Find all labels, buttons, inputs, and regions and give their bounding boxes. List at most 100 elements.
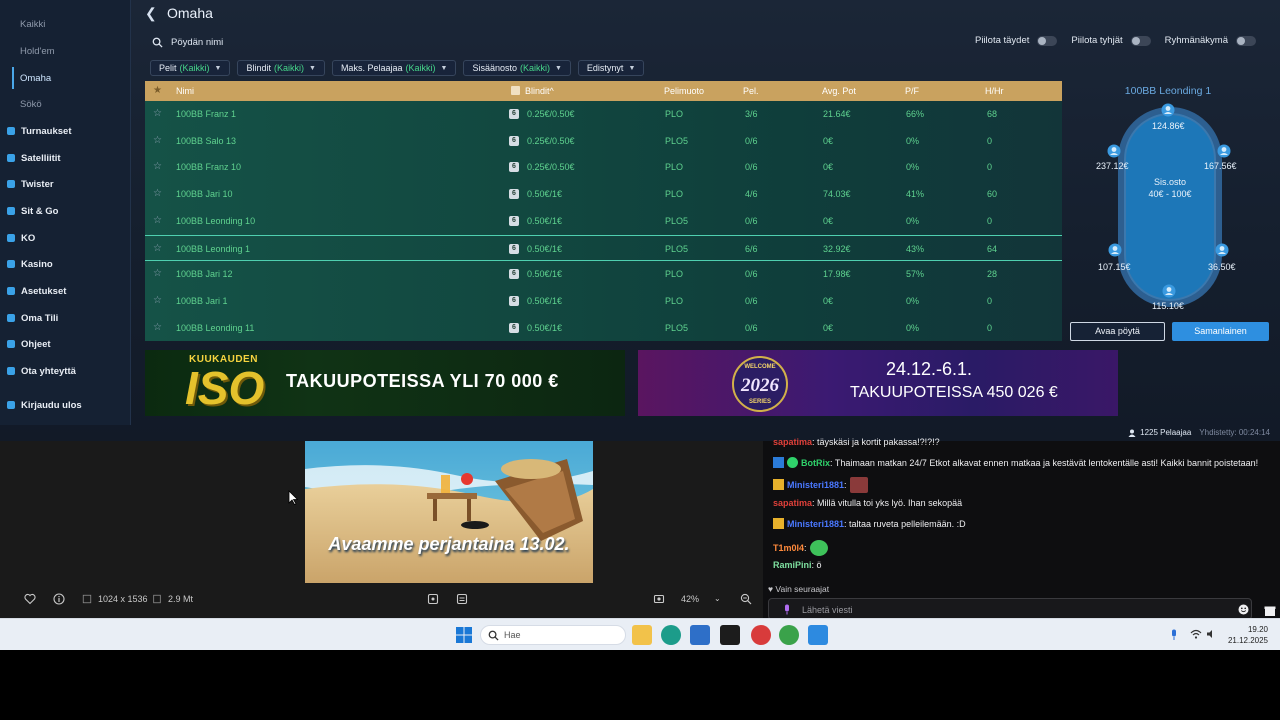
microphone-icon[interactable]: [1170, 629, 1178, 641]
favorite-star-icon[interactable]: ☆: [153, 101, 162, 127]
zoom-level[interactable]: 42%: [681, 594, 699, 604]
chat-input[interactable]: Lähetä viesti: [768, 598, 1252, 620]
filter-max-players[interactable]: Maks. Pelaajaa (Kaikki) ▼: [331, 60, 457, 76]
toggle-hide-full[interactable]: [1037, 35, 1058, 46]
favorite-star-icon[interactable]: ☆: [153, 154, 162, 180]
sidebar-item-holdem[interactable]: Hold'em: [0, 41, 131, 61]
sidebar-item-asetukset[interactable]: Asetukset: [0, 281, 131, 301]
sidebar-item-twister[interactable]: Twister: [0, 174, 131, 194]
table-row[interactable]: ☆ 6 100BB Jari 12 0.50€/1€ PLO 0/6 17.98€ 57% 28: [145, 261, 1062, 287]
cell-blinds: 0.50€/1€: [527, 243, 563, 254]
table-row[interactable]: ☆ 6 100BB Leonding 10 0.50€/1€ PLO5 0/6 0€ 0% 0: [145, 208, 1062, 234]
beach-image: Avaamme perjantaina 13.02.: [305, 441, 593, 583]
chrome-icon[interactable]: [779, 625, 799, 645]
taskbar-search[interactable]: Hae: [480, 625, 626, 645]
sidebar-item-kirjaudu-ulos[interactable]: Kirjaudu ulos: [0, 395, 131, 415]
star-icon[interactable]: ★: [153, 81, 162, 101]
seat-avatar-icon: [1107, 144, 1121, 158]
sidebar-item-ota-yhteytta[interactable]: Ota yhteyttä: [0, 361, 131, 381]
table-search[interactable]: Pöydän nimi: [152, 35, 223, 49]
sidebar-item-ko[interactable]: KO: [0, 228, 131, 248]
emoji-icon[interactable]: [1238, 604, 1249, 615]
table-row[interactable]: ☆ 6 100BB Franz 10 0.25€/0.50€ PLO 0/6 0€ 0% 0: [145, 154, 1062, 180]
sidebar-item-sit-and-go[interactable]: Sit & Go: [0, 201, 131, 221]
table-row[interactable]: ☆ 6 100BB Leonding 11 0.50€/1€ PLO5 0/6 0€ 0% 0: [145, 315, 1062, 341]
zoom-out-icon[interactable]: [740, 593, 752, 605]
favorite-star-icon[interactable]: ☆: [153, 236, 162, 262]
sidebar-item-turnaukset[interactable]: Turnaukset: [0, 121, 131, 141]
favorite-star-icon[interactable]: ☆: [153, 128, 162, 154]
open-table-button[interactable]: Avaa pöytä: [1070, 322, 1165, 341]
chevron-left-icon[interactable]: ❮: [145, 6, 157, 20]
favorite-star-icon[interactable]: ☆: [153, 261, 162, 287]
page-header: ❮ Omaha: [145, 4, 213, 22]
heart-icon[interactable]: [24, 593, 36, 605]
cell-name: 100BB Leonding 1: [176, 243, 251, 254]
cell-pf: 57%: [906, 269, 925, 280]
seat-stack-4: 115.10€: [1152, 301, 1184, 311]
promo-banner-2026[interactable]: WELCOME 2026 SERIES 24.12.-6.1. TAKUUPOT…: [638, 350, 1118, 416]
poker-table-graphic: [1118, 107, 1222, 307]
cell-hhr: 0: [987, 215, 993, 226]
app-icon[interactable]: [808, 625, 828, 645]
toggle-hide-empty[interactable]: [1130, 35, 1151, 46]
edge-browser-icon[interactable]: [661, 625, 681, 645]
wifi-icon[interactable]: [1190, 629, 1202, 639]
app-icon[interactable]: [720, 625, 740, 645]
col-name[interactable]: Nimi: [176, 81, 194, 101]
sidebar-item-omaha[interactable]: Omaha: [0, 68, 131, 88]
search-input[interactable]: Pöydän nimi: [171, 37, 223, 48]
col-mode[interactable]: Pelimuoto: [664, 81, 704, 101]
chevron-down-icon[interactable]: ⌄: [714, 594, 721, 603]
sidebar-item-oma-tili[interactable]: Oma Tili: [0, 308, 131, 328]
table-row[interactable]: ☆ 6 100BB Jari 10 0.50€/1€ PLO 4/6 74.03€ 41% 60: [145, 181, 1062, 207]
filter-advanced[interactable]: Edistynyt ▼: [577, 60, 645, 76]
favorite-star-icon[interactable]: ☆: [153, 181, 162, 207]
volume-icon[interactable]: [1206, 629, 1216, 639]
info-icon[interactable]: [53, 593, 65, 605]
col-players[interactable]: Pel.: [743, 81, 759, 101]
sidebar-item-satelliitit[interactable]: Satelliitit: [0, 148, 131, 168]
app-icon[interactable]: [751, 625, 771, 645]
store-icon[interactable]: [690, 625, 710, 645]
similar-table-button[interactable]: Samanlainen: [1172, 322, 1269, 341]
sidebar-item-kaikki[interactable]: Kaikki: [0, 14, 131, 34]
col-blinds[interactable]: Blindit^: [525, 81, 554, 101]
crown-badge-icon: [773, 518, 784, 529]
microphone-icon[interactable]: [783, 604, 791, 615]
col-pf[interactable]: P/F: [905, 81, 919, 101]
promo-banner-iso[interactable]: KUUKAUDEN ISO TAKUUPOTEISSA YLI 70 000 €: [145, 350, 625, 416]
gift-icon[interactable]: [1264, 604, 1276, 617]
table-row[interactable]: ☆ 6 100BB Leonding 1 0.50€/1€ PLO5 6/6 32.92€ 4…: [145, 234, 1062, 262]
windows-start-icon[interactable]: [454, 625, 474, 645]
toggle-group-view[interactable]: [1236, 35, 1256, 46]
sidebar-item-ohjeet[interactable]: Ohjeet: [0, 334, 131, 354]
clock[interactable]: 19.20 21.12.2025: [1228, 624, 1268, 646]
cell-avg-pot: 32.92€: [823, 243, 851, 254]
table-row[interactable]: ☆ 6 100BB Franz 1 0.25€/0.50€ PLO 3/6 21.64€ 66…: [145, 101, 1062, 127]
fit-screen-icon[interactable]: [427, 593, 439, 605]
viewer-toolbar: 1024 x 1536 2.9 Mt 42% ⌄: [0, 586, 763, 614]
promo-dates: 24.12.-6.1.: [886, 359, 973, 379]
col-avg-pot[interactable]: Avg. Pot: [822, 81, 856, 101]
favorite-star-icon[interactable]: ☆: [153, 208, 162, 234]
account-icon: [7, 314, 15, 322]
sidebar-item-soko[interactable]: Sökö: [0, 94, 131, 114]
cell-mode: PLO5: [665, 135, 689, 146]
cell-mode: PLO: [665, 162, 684, 173]
favorite-star-icon[interactable]: ☆: [153, 315, 162, 341]
filter-games[interactable]: Pelit (Kaikki) ▼: [150, 60, 231, 76]
preview-title: 100BB Leonding 1: [1124, 85, 1212, 97]
sidebar-item-kasino[interactable]: Kasino: [0, 254, 131, 274]
emote-icon: [809, 540, 828, 556]
screenshot-icon[interactable]: [653, 593, 665, 605]
scan-text-icon[interactable]: [456, 593, 468, 605]
col-hhr[interactable]: H/Hr: [985, 81, 1004, 101]
max-seats-badge: 6: [509, 295, 519, 306]
filter-blinds[interactable]: Blindit (Kaikki) ▼: [237, 60, 325, 76]
filter-buyin[interactable]: Sisäänosto (Kaikki) ▼: [463, 60, 571, 76]
table-row[interactable]: ☆ 6 100BB Salo 13 0.25€/0.50€ PLO5 0/6 0€ 0% 0: [145, 128, 1062, 154]
table-row[interactable]: ☆ 6 100BB Jari 1 0.50€/1€ PLO 0/6 0€ 0% 0: [145, 288, 1062, 314]
file-explorer-icon[interactable]: [632, 625, 652, 645]
favorite-star-icon[interactable]: ☆: [153, 288, 162, 314]
